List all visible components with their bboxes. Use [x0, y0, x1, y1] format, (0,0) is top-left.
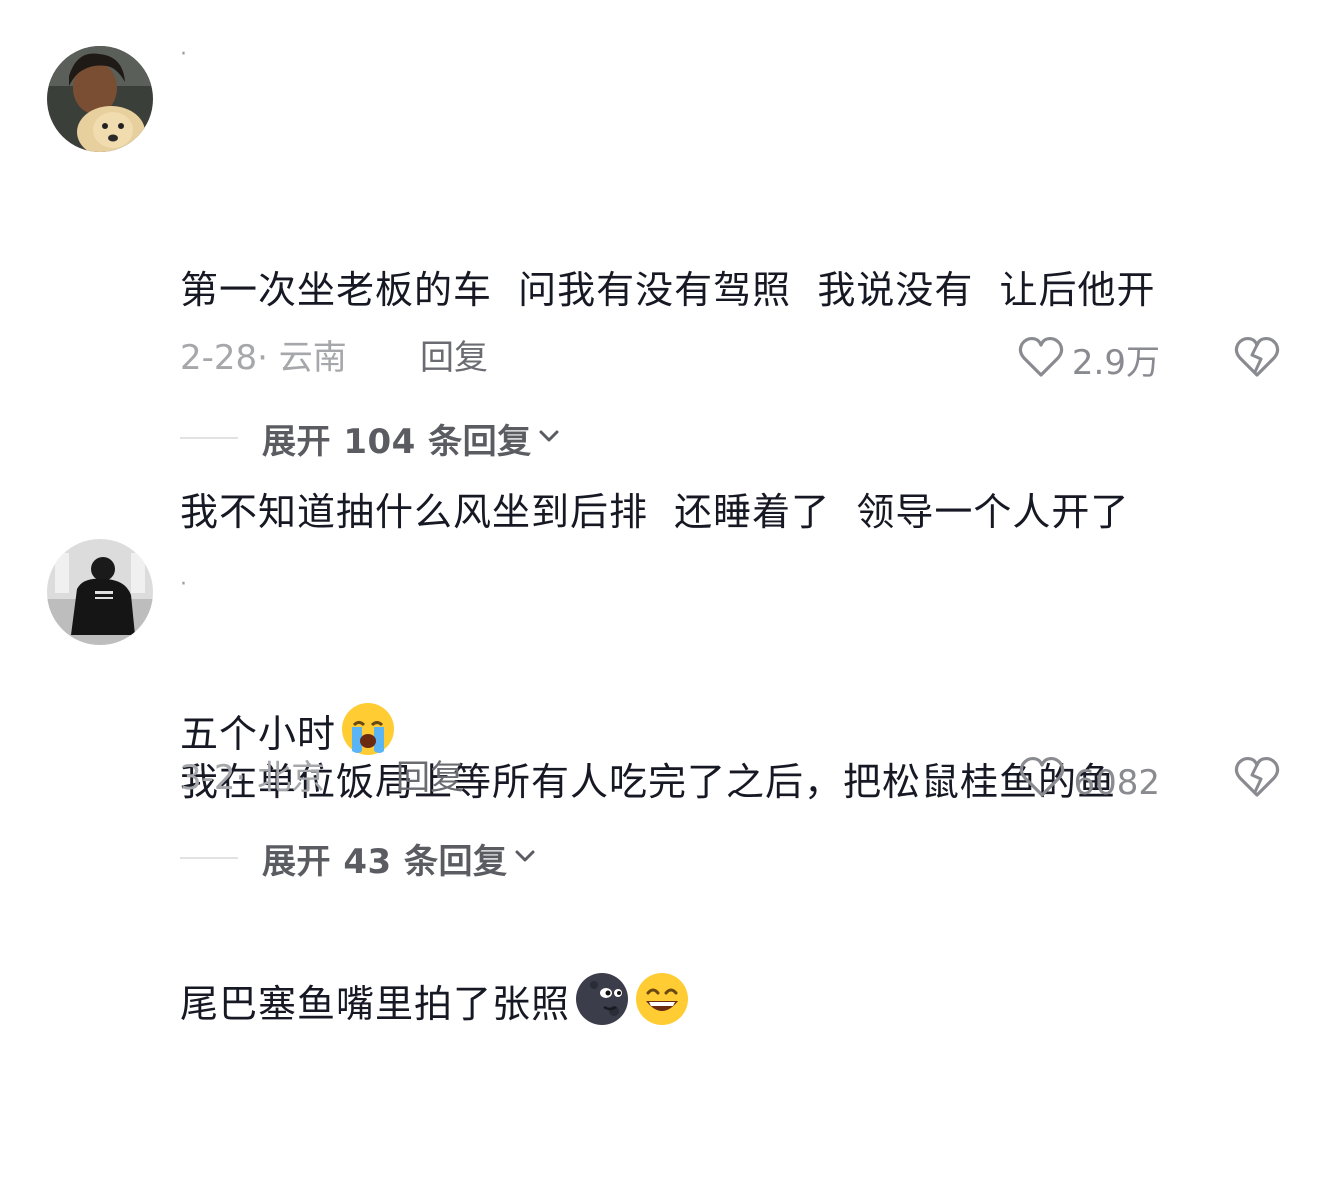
divider-line	[180, 857, 238, 859]
grinning-squinting-face-icon	[634, 971, 690, 1027]
like-button[interactable]: 6082	[1019, 756, 1160, 809]
broken-heart-icon[interactable]	[1234, 754, 1280, 811]
expand-replies-label: 展开 104 条回复	[262, 421, 532, 462]
reply-button[interactable]: 回复	[396, 756, 464, 800]
broken-heart-icon[interactable]	[1234, 334, 1280, 391]
new-moon-face-icon	[574, 971, 630, 1027]
avatar[interactable]	[47, 46, 153, 152]
username[interactable]: ·	[180, 42, 187, 68]
avatar[interactable]	[47, 539, 153, 645]
expand-replies-label: 展开 43 条回复	[262, 841, 508, 882]
username[interactable]: ·	[180, 572, 187, 598]
comment-text-line: 第一次坐老板的车 问我有没有驾照 我说没有 让后他开	[180, 268, 1156, 312]
heart-icon	[1019, 756, 1073, 809]
chevron-down-icon	[532, 428, 560, 448]
chevron-down-icon	[508, 848, 536, 868]
comment-meta: 3-2· 北京 回复 6082	[180, 756, 1280, 803]
expand-replies-button[interactable]: 展开 43 条回复	[180, 836, 536, 882]
comment-item: · 我在单位饭局上等所有人吃完了之后，把松鼠桂鱼的鱼 尾巴塞鱼嘴里拍了张照 3-…	[0, 480, 1319, 1026]
like-count: 6082	[1073, 762, 1160, 803]
comment-time-location: 3-2· 北京	[180, 758, 326, 798]
reply-button[interactable]: 回复	[420, 336, 488, 380]
comment-meta: 2-28· 云南 回复 2.9万	[180, 336, 1280, 383]
comment-text-line-last: 尾巴塞鱼嘴里拍了张照	[180, 967, 1270, 1041]
like-count: 2.9万	[1071, 342, 1160, 383]
divider-line	[180, 437, 238, 439]
heart-icon	[1018, 336, 1072, 389]
comment-text: 我在单位饭局上等所有人吃完了之后，把松鼠桂鱼的鱼 尾巴塞鱼嘴里拍了张照	[180, 597, 1270, 1189]
comment-item: · 第一次坐老板的车 问我有没有驾照 我说没有 让后他开 我不知道抽什么风坐到后…	[0, 0, 1319, 756]
comment-time-location: 2-28· 云南	[180, 338, 347, 378]
comment-text-line: 尾巴塞鱼嘴里拍了张照	[180, 982, 571, 1026]
expand-replies-button[interactable]: 展开 104 条回复	[180, 416, 560, 462]
like-button[interactable]: 2.9万	[1018, 336, 1160, 389]
